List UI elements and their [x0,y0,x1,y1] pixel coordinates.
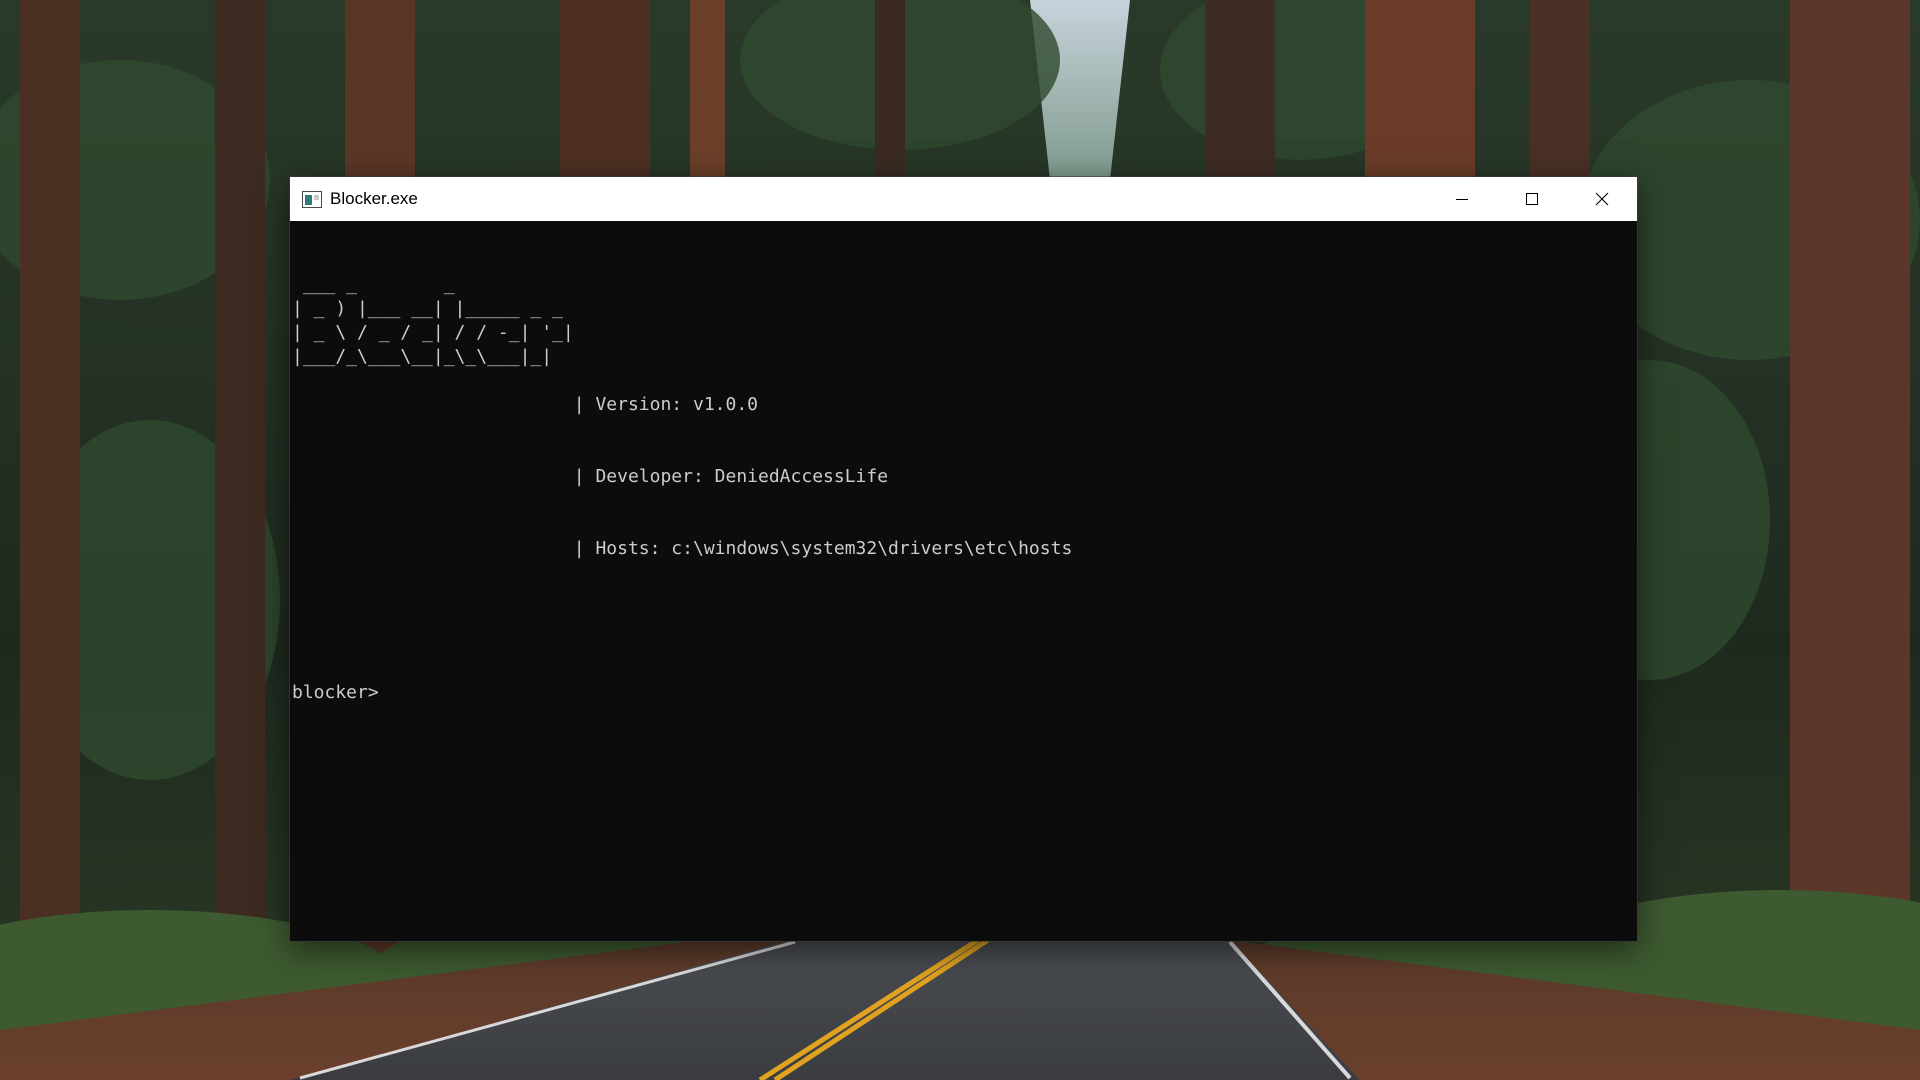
ascii-logo: ___ _ _ | _ ) |___ __| |_____ _ _ | _ \ … [292,274,574,367]
title-bar[interactable]: Blocker.exe [290,177,1637,221]
separator: | [573,538,585,559]
maximize-icon [1526,193,1538,205]
info-blank-line [574,321,1073,345]
hosts-text: Hosts: c:\windows\system32\drivers\etc\h… [595,538,1073,559]
minimize-icon [1456,199,1468,200]
banner: ___ _ _ | _ ) |___ __| |_____ _ _ | _ \ … [292,273,1635,609]
version-text: Version: v1.0.0 [595,394,759,415]
info-lines: | Version: v1.0.0 | Developer: DeniedAcc… [574,273,1073,609]
developer-line: | Developer: DeniedAccessLife [574,465,1073,489]
console-app-icon [302,190,322,208]
developer-text: Developer: DeniedAccessLife [595,466,889,487]
maximize-button[interactable] [1497,177,1567,221]
close-button[interactable] [1567,177,1637,221]
console-window[interactable]: Blocker.exe ___ _ _ | _) |___ __| |____… [290,177,1637,941]
separator: | [573,394,585,415]
version-line: | Version: v1.0.0 [574,393,1073,417]
separator: | [573,466,585,487]
prompt-line[interactable]: blocker> [292,681,1635,705]
window-title: Blocker.exe [330,189,418,208]
console-output[interactable]: ___ _ _ | _ ) |___ __| |_____ _ _ | _ \ … [290,221,1637,941]
minimize-button[interactable] [1427,177,1497,221]
command-input[interactable] [378,681,1279,705]
command-prompt: blocker> [292,682,379,703]
hosts-line: | Hosts: c:\windows\system32\drivers\etc… [574,537,1073,561]
close-icon [1595,192,1609,206]
window-controls [1427,177,1637,221]
